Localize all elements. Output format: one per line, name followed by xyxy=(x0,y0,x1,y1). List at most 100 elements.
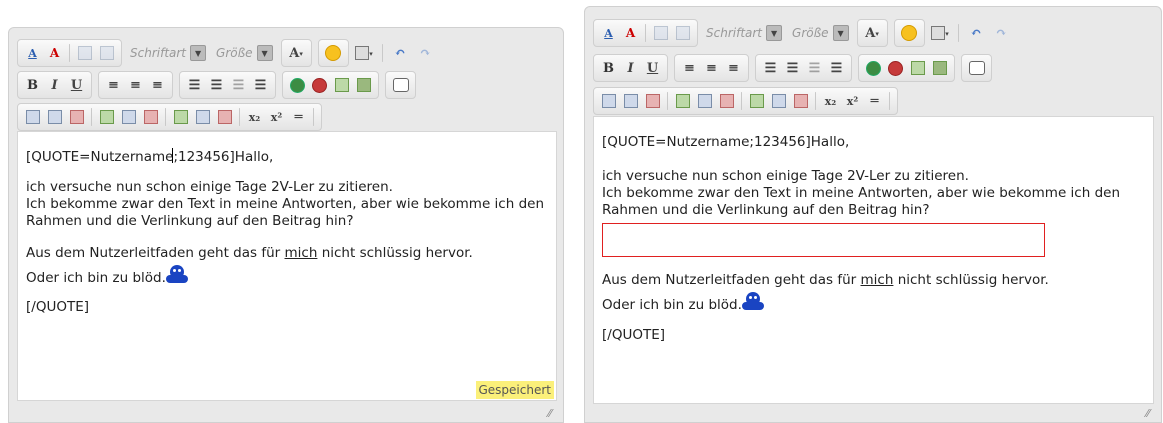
chevron-down-icon[interactable]: ▼ xyxy=(190,45,207,61)
unordered-list-icon[interactable]: ☰ xyxy=(207,76,226,95)
image-icon[interactable] xyxy=(908,59,927,78)
ordered-list-icon[interactable]: ☰ xyxy=(185,76,204,95)
text-color-icon[interactable]: A ▾ xyxy=(863,24,882,43)
link-icon[interactable] xyxy=(864,59,883,78)
undo-icon[interactable]: ↶ xyxy=(391,44,410,63)
redo-icon[interactable]: ↷ xyxy=(992,24,1011,43)
video-icon[interactable] xyxy=(354,76,373,95)
paragraph-2-post: nicht schlüssig hervor. xyxy=(317,245,473,261)
align-left-icon[interactable]: ≡ xyxy=(104,76,123,95)
row-insert-below-icon[interactable] xyxy=(119,108,138,127)
clipboard-icon[interactable]: ▾ xyxy=(931,24,950,43)
outdent-icon[interactable]: ☰ xyxy=(805,59,824,78)
paragraph-2-link[interactable]: mich xyxy=(861,272,894,288)
size-select[interactable]: Größe ▼ xyxy=(214,43,275,63)
table-props-icon[interactable] xyxy=(621,92,640,111)
align-right-icon[interactable]: ≡ xyxy=(148,76,167,95)
table-delete-icon[interactable] xyxy=(67,108,86,127)
paragraph-3-text: Oder ich bin zu blöd. xyxy=(602,297,742,313)
col-insert-right-icon[interactable] xyxy=(769,92,788,111)
superscript-icon[interactable]: x² xyxy=(267,108,286,127)
unordered-list-icon[interactable]: ☰ xyxy=(783,59,802,78)
col-insert-left-icon[interactable] xyxy=(747,92,766,111)
italic-icon[interactable]: I xyxy=(45,76,64,95)
paragraph-2-pre: Aus dem Nutzerleitfaden geht das für xyxy=(26,245,285,261)
toolbar-group-color: A ▾ xyxy=(280,39,312,67)
text-color-icon[interactable]: A ▾ xyxy=(287,44,306,63)
font-color-icon[interactable]: A xyxy=(23,44,42,63)
row-insert-above-icon[interactable] xyxy=(97,108,116,127)
quote-open-line: [QUOTE=Nutzername;123456]Hallo, xyxy=(26,148,273,166)
horizontal-rule-icon[interactable]: ═ xyxy=(865,92,884,111)
align-left-icon[interactable]: ≡ xyxy=(680,59,699,78)
undo-icon[interactable]: ↶ xyxy=(967,24,986,43)
font-select[interactable]: Schriftart ▼ xyxy=(704,23,784,43)
paste-icon[interactable] xyxy=(75,44,94,63)
paragraph-1: ich versuche nun schon einige Tage 2V-Le… xyxy=(602,168,1120,219)
paragraph-2-link[interactable]: mich xyxy=(285,245,318,261)
subscript-icon[interactable]: x₂ xyxy=(821,92,840,111)
italic-icon[interactable]: I xyxy=(621,59,640,78)
unlink-icon[interactable] xyxy=(310,76,329,95)
paste-icon[interactable] xyxy=(651,24,670,43)
link-icon[interactable] xyxy=(288,76,307,95)
subscript-icon[interactable]: x₂ xyxy=(245,108,264,127)
chevron-down-icon[interactable]: ▼ xyxy=(256,45,273,61)
size-select[interactable]: Größe ▼ xyxy=(790,23,851,43)
table-delete-icon[interactable] xyxy=(643,92,662,111)
chevron-down-icon[interactable]: ▼ xyxy=(832,25,849,41)
remove-format-icon[interactable]: A xyxy=(621,24,640,43)
smiley-icon[interactable] xyxy=(900,24,919,43)
quote-icon[interactable] xyxy=(967,59,986,78)
bold-icon[interactable]: B xyxy=(23,76,42,95)
video-icon[interactable] xyxy=(930,59,949,78)
bold-icon[interactable]: B xyxy=(599,59,618,78)
underline-icon[interactable]: U xyxy=(67,76,86,95)
ordered-list-icon[interactable]: ☰ xyxy=(761,59,780,78)
toolbar-separator xyxy=(645,24,646,42)
row-delete-icon[interactable] xyxy=(717,92,736,111)
row-insert-above-icon[interactable] xyxy=(673,92,692,111)
editor-content-area[interactable]: [QUOTE=Nutzername;123456]Hallo, ich vers… xyxy=(593,116,1154,404)
toolbar-separator xyxy=(667,92,668,110)
table-icon[interactable] xyxy=(599,92,618,111)
col-insert-right-icon[interactable] xyxy=(193,108,212,127)
row-insert-below-icon[interactable] xyxy=(695,92,714,111)
horizontal-rule-icon[interactable]: ═ xyxy=(289,108,308,127)
remove-format-icon[interactable]: A xyxy=(45,44,64,63)
align-center-icon[interactable]: ≡ xyxy=(126,76,145,95)
toolbar-separator xyxy=(69,44,70,62)
redo-icon[interactable]: ↷ xyxy=(416,44,435,63)
indent-icon[interactable]: ☰ xyxy=(251,76,270,95)
image-icon[interactable] xyxy=(332,76,351,95)
font-color-icon[interactable]: A xyxy=(599,24,618,43)
toolbar-separator xyxy=(239,108,240,126)
indent-icon[interactable]: ☰ xyxy=(827,59,846,78)
clipboard-icon[interactable]: ▾ xyxy=(355,44,374,63)
font-select[interactable]: Schriftart ▼ xyxy=(128,43,208,63)
row-delete-icon[interactable] xyxy=(141,108,160,127)
resize-grip-icon[interactable]: ⁄⁄ xyxy=(548,408,559,419)
emoji-icon xyxy=(741,292,764,312)
unlink-icon[interactable] xyxy=(886,59,905,78)
paste-text-icon[interactable] xyxy=(673,24,692,43)
align-right-icon[interactable]: ≡ xyxy=(724,59,743,78)
paragraph-3: Oder ich bin zu blöd. xyxy=(26,265,188,287)
toolbar-group-align: ≡ ≡ ≡ xyxy=(98,71,173,99)
col-delete-icon[interactable] xyxy=(791,92,810,111)
table-props-icon[interactable] xyxy=(45,108,64,127)
paste-text-icon[interactable] xyxy=(97,44,116,63)
col-delete-icon[interactable] xyxy=(215,108,234,127)
align-center-icon[interactable]: ≡ xyxy=(702,59,721,78)
underline-icon[interactable]: U xyxy=(643,59,662,78)
outdent-icon[interactable]: ☰ xyxy=(229,76,248,95)
editor-content-area[interactable]: [QUOTE=Nutzername;123456]Hallo, ich vers… xyxy=(17,131,557,401)
superscript-icon[interactable]: x² xyxy=(843,92,862,111)
smiley-icon[interactable] xyxy=(324,44,343,63)
quote-close-line: [/QUOTE] xyxy=(602,327,665,343)
col-insert-left-icon[interactable] xyxy=(171,108,190,127)
table-icon[interactable] xyxy=(23,108,42,127)
resize-grip-icon[interactable]: ⁄⁄ xyxy=(1146,408,1157,419)
quote-icon[interactable] xyxy=(391,76,410,95)
chevron-down-icon[interactable]: ▼ xyxy=(766,25,783,41)
